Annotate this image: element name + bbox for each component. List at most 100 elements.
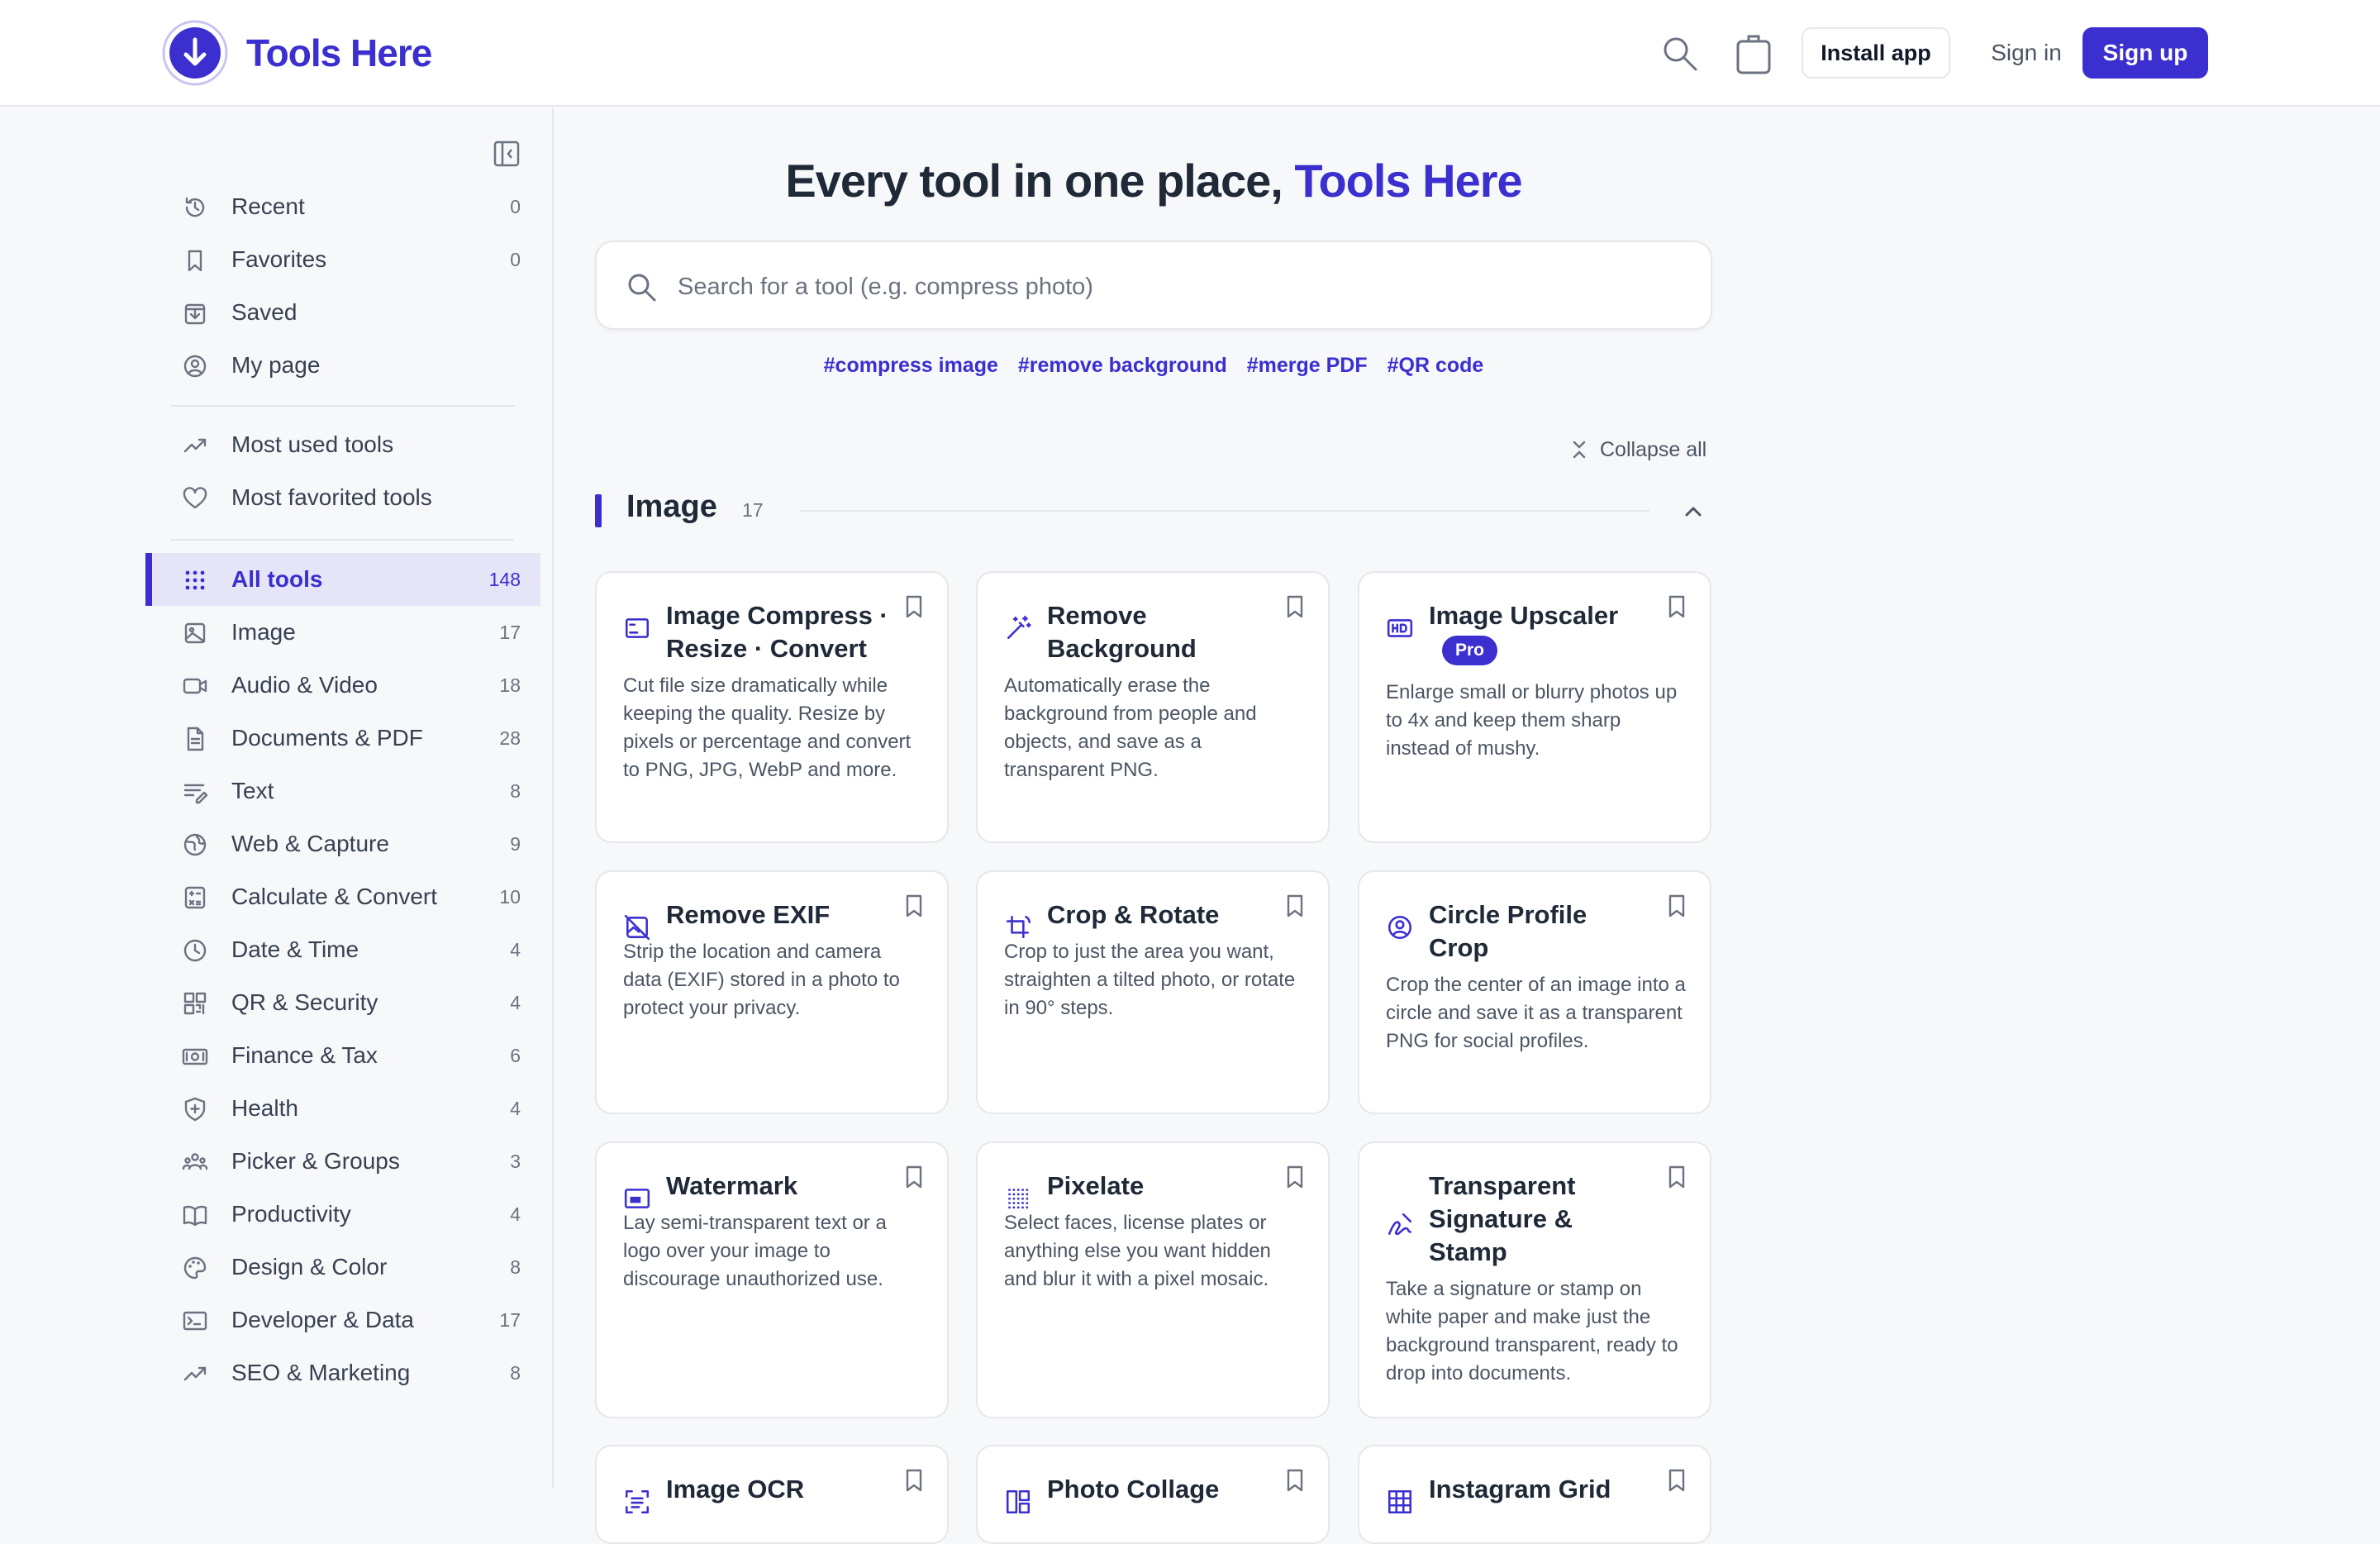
sidebar-item-count: 18 bbox=[499, 674, 521, 696]
sidebar-item-label: Web & Capture bbox=[231, 831, 389, 856]
tool-card[interactable]: Photo Collage bbox=[976, 1445, 1330, 1544]
tag-link[interactable]: #compress image bbox=[824, 354, 998, 378]
tool-card-title: Instagram Grid bbox=[1429, 1475, 1611, 1503]
sidebar-collapse-icon[interactable] bbox=[493, 140, 521, 168]
top-header: Tools Here Install app Sign in Sign up bbox=[0, 0, 2380, 107]
sidebar-item-label: All tools bbox=[231, 566, 323, 592]
collapse-icon bbox=[1573, 441, 1586, 459]
sign-up-button[interactable]: Sign up bbox=[2082, 27, 2208, 79]
brand-name[interactable]: Tools Here bbox=[246, 28, 432, 78]
magic-wand-icon bbox=[1004, 614, 1032, 642]
sidebar-item-count: 9 bbox=[510, 832, 521, 855]
sidebar-item-count: 8 bbox=[510, 1361, 521, 1384]
bookmark-icon[interactable] bbox=[1285, 894, 1305, 918]
sidebar-item-text[interactable]: Text 8 bbox=[145, 765, 540, 817]
tool-card[interactable]: Remove EXIF Strip the location and camera… bbox=[595, 870, 949, 1114]
sidebar-item-label: QR & Security bbox=[231, 989, 378, 1015]
chevron-up-icon[interactable] bbox=[1681, 499, 1706, 524]
download-box-icon bbox=[182, 300, 208, 326]
sidebar-item-developer-data[interactable]: Developer & Data 17 bbox=[145, 1294, 540, 1346]
tool-card-description: Crop the center of an image into a circl… bbox=[1386, 974, 1686, 1052]
tag-link[interactable]: #merge PDF bbox=[1247, 354, 1368, 378]
install-app-button[interactable]: Install app bbox=[1802, 27, 1950, 79]
sidebar-item-recent[interactable]: Recent 0 bbox=[145, 180, 540, 233]
sidebar-item-label: Design & Color bbox=[231, 1254, 388, 1280]
sidebar-item-label: Health bbox=[231, 1095, 298, 1121]
sidebar-item-favorites[interactable]: Favorites 0 bbox=[145, 233, 540, 286]
search-icon[interactable] bbox=[1659, 33, 1699, 73]
tool-card-description: Lay semi-transparent text or a logo over… bbox=[623, 1212, 887, 1290]
sidebar-item-most-favorited-tools[interactable]: Most favorited tools bbox=[145, 471, 540, 524]
sidebar-item-count: 0 bbox=[510, 195, 521, 217]
sign-in-link[interactable]: Sign in bbox=[1982, 27, 2071, 79]
tool-card-title: Transparent Signature & Stamp bbox=[1429, 1171, 1576, 1266]
sidebar-item-web-capture[interactable]: Web & Capture 9 bbox=[145, 817, 540, 870]
bookmark-icon[interactable] bbox=[904, 1468, 924, 1493]
bookmark-icon[interactable] bbox=[1667, 1165, 1687, 1189]
sidebar-item-date-time[interactable]: Date & Time 4 bbox=[145, 923, 540, 976]
tool-card-title: Watermark bbox=[666, 1171, 798, 1200]
sidebar-item-label: Text bbox=[231, 778, 274, 803]
tool-card[interactable]: Instagram Grid bbox=[1358, 1445, 1711, 1544]
sidebar-item-label: Favorites bbox=[231, 246, 327, 272]
bookmark-icon[interactable] bbox=[1285, 1165, 1305, 1189]
sidebar-item-productivity[interactable]: Productivity 4 bbox=[145, 1188, 540, 1241]
tool-card[interactable]: Pixelate Select faces, license plates or … bbox=[976, 1141, 1330, 1418]
logo-icon[interactable] bbox=[162, 20, 228, 86]
scan-text-icon bbox=[623, 1488, 651, 1516]
tool-search-box[interactable] bbox=[595, 241, 1712, 330]
tool-card-description: Take a signature or stamp on white paper… bbox=[1386, 1278, 1678, 1384]
sidebar-item-documents-pdf[interactable]: Documents & PDF 28 bbox=[145, 712, 540, 765]
bookmark-icon[interactable] bbox=[904, 1165, 924, 1189]
trending-up-icon bbox=[182, 432, 208, 459]
book-open-icon bbox=[182, 1202, 208, 1228]
shopping-bag-icon[interactable] bbox=[1734, 31, 1773, 76]
tool-card[interactable]: Remove Background Automatically erase the… bbox=[976, 571, 1330, 843]
suggested-tags: #compress image #remove background #merg… bbox=[595, 354, 1712, 378]
sidebar-item-image[interactable]: Image 17 bbox=[145, 606, 540, 659]
sidebar-item-all-tools[interactable]: All tools 148 bbox=[145, 553, 540, 606]
bookmark-icon[interactable] bbox=[1285, 594, 1305, 619]
tag-link[interactable]: #remove background bbox=[1018, 354, 1227, 378]
sidebar-item-qr-security[interactable]: QR & Security 4 bbox=[145, 976, 540, 1029]
tool-card-description: Select faces, license plates or anything… bbox=[1004, 1212, 1271, 1290]
sidebar-item-finance-tax[interactable]: Finance & Tax 6 bbox=[145, 1029, 540, 1082]
sidebar-item-count: 4 bbox=[510, 1203, 521, 1225]
sidebar-item-my-page[interactable]: My page bbox=[145, 339, 540, 392]
grid-icon bbox=[1386, 1488, 1414, 1516]
tool-card[interactable]: Transparent Signature & Stamp Take a sign… bbox=[1358, 1141, 1711, 1418]
sidebar-item-seo-marketing[interactable]: SEO & Marketing 8 bbox=[145, 1346, 540, 1399]
bookmark-icon[interactable] bbox=[904, 594, 924, 619]
tool-card[interactable]: Image OCR bbox=[595, 1445, 949, 1544]
bookmark-icon[interactable] bbox=[904, 894, 924, 918]
sidebar-item-most-used-tools[interactable]: Most used tools bbox=[145, 418, 540, 471]
sidebar-item-health[interactable]: Health 4 bbox=[145, 1082, 540, 1135]
tool-card[interactable]: Watermark Lay semi-transparent text or a … bbox=[595, 1141, 949, 1418]
tag-link[interactable]: #QR code bbox=[1388, 354, 1484, 378]
collapse-all-button[interactable]: Collapse all bbox=[1570, 435, 1712, 465]
sidebar-item-label: SEO & Marketing bbox=[231, 1360, 411, 1385]
sidebar-item-count: 8 bbox=[510, 1256, 521, 1278]
tool-card-title: Pixelate bbox=[1047, 1171, 1145, 1200]
section-count: 17 bbox=[742, 499, 764, 521]
sidebar-item-saved[interactable]: Saved bbox=[145, 286, 540, 339]
tool-card[interactable]: Crop & Rotate Crop to just the area you w… bbox=[976, 870, 1330, 1114]
tool-card-title: Image Upscaler bbox=[1429, 601, 1619, 630]
bookmark-icon[interactable] bbox=[1667, 1468, 1687, 1493]
sidebar-item-picker-groups[interactable]: Picker & Groups 3 bbox=[145, 1135, 540, 1188]
tool-card[interactable]: Image Compress · Resize · Convert Cut fil… bbox=[595, 571, 949, 843]
tool-card[interactable]: Image Upscaler Pro Enlarge small or blurry… bbox=[1358, 571, 1711, 843]
sidebar-item-audio-video[interactable]: Audio & Video 18 bbox=[145, 659, 540, 712]
bookmark-icon[interactable] bbox=[1667, 594, 1687, 619]
sidebar-item-count: 6 bbox=[510, 1044, 521, 1066]
sidebar-item-design-color[interactable]: Design & Color 8 bbox=[145, 1241, 540, 1294]
sidebar-item-count: 4 bbox=[510, 991, 521, 1013]
sidebar-item-label: Finance & Tax bbox=[231, 1042, 378, 1068]
tool-card[interactable]: Circle Profile Crop Crop the center of an… bbox=[1358, 870, 1711, 1114]
bookmark-icon[interactable] bbox=[1285, 1468, 1305, 1493]
image-frame-icon bbox=[623, 614, 651, 642]
sidebar-divider bbox=[170, 405, 514, 407]
search-input[interactable] bbox=[676, 265, 1668, 308]
bookmark-icon[interactable] bbox=[1667, 894, 1687, 918]
sidebar-item-calculate-convert[interactable]: Calculate & Convert 10 bbox=[145, 870, 540, 923]
